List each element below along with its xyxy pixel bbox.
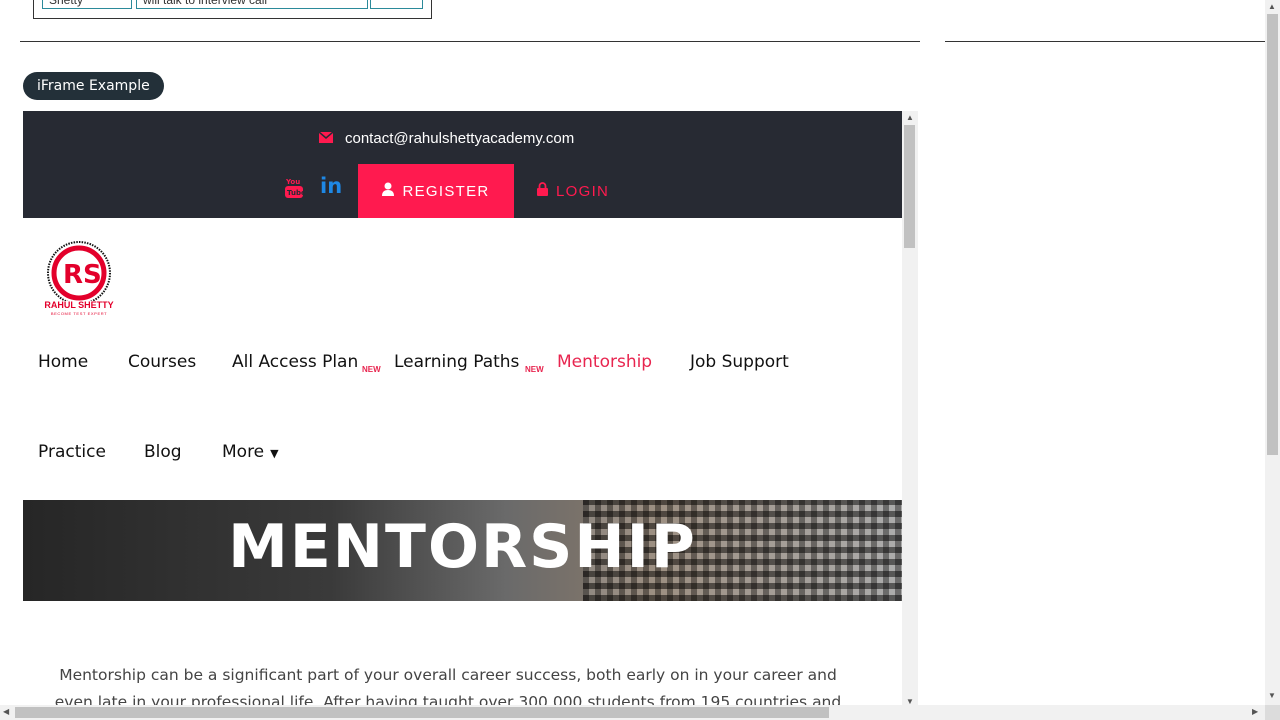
page-scroll-up-icon[interactable]: ▲ <box>1268 2 1276 11</box>
page-scroll-left-icon[interactable]: ◀ <box>3 707 9 716</box>
register-button[interactable]: REGISTER <box>358 164 514 218</box>
contact-email-row[interactable]: contact@rahulshettyacademy.com <box>318 128 574 148</box>
courses-iframe[interactable]: contact@rahulshettyacademy.com You Tube … <box>23 111 918 709</box>
nav-blog[interactable]: Blog <box>144 442 182 462</box>
scrollbar-corner <box>1265 705 1280 720</box>
login-label: LOGIN <box>556 182 610 200</box>
nav-more[interactable]: More ▼ <box>222 442 279 462</box>
lock-icon <box>537 182 548 200</box>
linkedin-icon[interactable]: in <box>320 174 342 198</box>
nav-learning-paths[interactable]: Learning Paths <box>394 352 519 372</box>
new-badge: NEW <box>525 365 544 374</box>
iframe-content: contact@rahulshettyacademy.com You Tube … <box>23 111 902 709</box>
table-cell-name: Shetty <box>42 0 132 9</box>
logo-name: RAHUL SHETTY <box>44 300 114 310</box>
page-scroll-down-icon[interactable]: ▼ <box>1268 691 1276 700</box>
nav-all-access-plan[interactable]: All Access Plan <box>232 352 358 372</box>
user-icon <box>382 182 395 200</box>
youtube-icon[interactable]: You Tube <box>285 176 306 203</box>
iframe-vertical-scrollbar[interactable]: ▲ ▼ <box>902 111 918 709</box>
table-cell-course: will talk to interview call <box>136 0 368 9</box>
nav-mentorship[interactable]: Mentorship <box>557 352 652 372</box>
chevron-down-icon: ▼ <box>270 447 279 460</box>
page-scroll-right-icon[interactable]: ▶ <box>1252 707 1258 716</box>
iframe-scroll-thumb[interactable] <box>904 125 915 248</box>
page-vertical-thumb[interactable] <box>1267 14 1278 455</box>
envelope-icon <box>318 130 334 147</box>
svg-text:RS: RS <box>63 260 102 290</box>
divider-left <box>20 41 920 42</box>
contact-email[interactable]: contact@rahulshettyacademy.com <box>345 130 574 147</box>
svg-text:You: You <box>285 178 300 186</box>
register-label: REGISTER <box>402 182 490 200</box>
page-horizontal-scrollbar[interactable]: ◀ ▶ <box>0 705 1265 720</box>
svg-text:Tube: Tube <box>287 189 303 197</box>
divider-right <box>945 41 1265 42</box>
header-top-bar: contact@rahulshettyacademy.com You Tube … <box>23 111 902 218</box>
hero-banner: MENTORSHIP <box>23 500 902 601</box>
iframe-legend: iFrame Example <box>23 72 164 100</box>
logo-tagline: BECOME TEST EXPERT <box>50 311 108 316</box>
nav-job-support[interactable]: Job Support <box>690 352 789 372</box>
nav-more-label: More <box>222 442 265 462</box>
nav-practice[interactable]: Practice <box>38 442 106 462</box>
page-vertical-scrollbar[interactable]: ▲ ▼ <box>1265 0 1280 705</box>
hero-title: MENTORSHIP <box>228 512 697 582</box>
scroll-up-arrow-icon[interactable]: ▲ <box>906 113 914 122</box>
table-cell-price <box>370 0 423 9</box>
login-button[interactable]: LOGIN <box>537 164 637 218</box>
intro-paragraph: Mentorship can be a significant part of … <box>54 666 842 709</box>
nav-home[interactable]: Home <box>38 352 88 372</box>
new-badge: NEW <box>362 365 381 374</box>
nav-courses[interactable]: Courses <box>128 352 196 372</box>
page-horizontal-thumb[interactable] <box>15 707 829 718</box>
